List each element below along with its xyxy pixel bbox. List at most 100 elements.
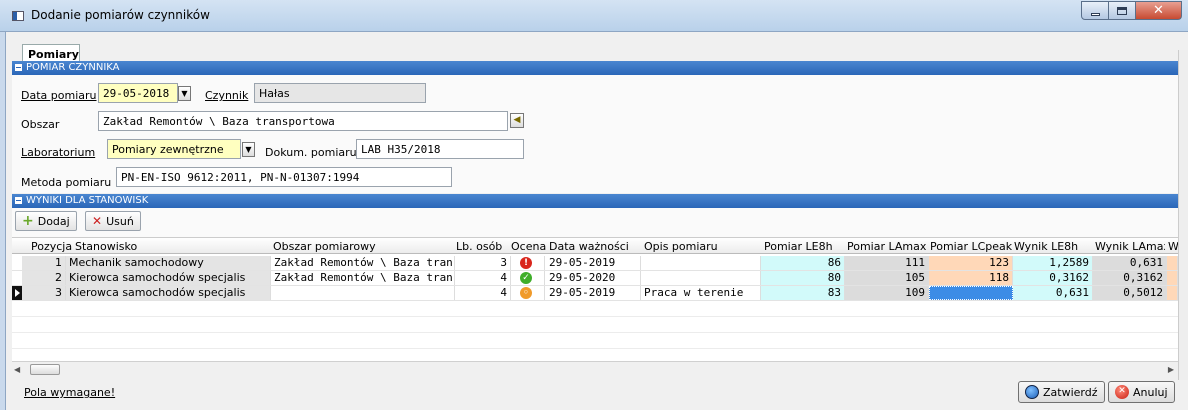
- cell-wynik-lamax[interactable]: 0,5012: [1093, 286, 1167, 300]
- col-header-obszar[interactable]: Obszar pomiarowy: [273, 240, 423, 253]
- cancel-button-label: Anuluj: [1133, 385, 1168, 399]
- col-header-lcpeak[interactable]: Pomiar LCpeak: [930, 240, 1014, 253]
- col-header-w[interactable]: W: [1168, 240, 1178, 253]
- cell-lamax[interactable]: 109: [845, 286, 929, 300]
- cell-opis[interactable]: [641, 271, 761, 285]
- cell-stanowisko[interactable]: Kierowca samochodów specjalis: [66, 271, 271, 285]
- cell-pozycja[interactable]: 3: [22, 286, 66, 300]
- cell-le8h[interactable]: 83: [761, 286, 845, 300]
- collapse-icon[interactable]: [15, 64, 22, 71]
- col-header-data[interactable]: Data ważności: [549, 240, 633, 253]
- section-header-pomiar[interactable]: POMIAR CZYNNIKA: [12, 61, 1178, 75]
- laboratorium-label[interactable]: Laboratorium: [21, 146, 95, 159]
- scroll-thumb[interactable]: [30, 364, 60, 375]
- cell-wynik-lamax[interactable]: 0,3162: [1093, 271, 1167, 285]
- obszar-select-button[interactable]: ◀: [510, 113, 524, 128]
- col-header-stanowisko[interactable]: Stanowisko: [75, 240, 255, 253]
- cell-osob[interactable]: 4: [455, 286, 511, 300]
- cell-opis[interactable]: [641, 256, 761, 270]
- col-header-opis[interactable]: Opis pomiaru: [644, 240, 754, 253]
- cell-w[interactable]: [1167, 271, 1178, 285]
- title-bar[interactable]: Dodanie pomiarów czynników ✕: [0, 0, 1188, 32]
- required-fields-link[interactable]: Pola wymagane!: [24, 386, 115, 399]
- add-button[interactable]: + Dodaj: [15, 211, 77, 231]
- col-header-wynik-lamax[interactable]: Wynik LAmax: [1095, 240, 1165, 253]
- obszar-input[interactable]: Zakład Remontów \ Baza transportowa: [98, 111, 508, 131]
- czynnik-field: Hałas: [254, 83, 426, 103]
- cell-pozycja[interactable]: 1: [22, 256, 66, 270]
- table-row[interactable]: 2 Kierowca samochodów specjalis Zakład R…: [12, 271, 1178, 285]
- cell-pozycja[interactable]: 2: [22, 271, 66, 285]
- cell-wynik-le8h[interactable]: 0,3162: [1013, 271, 1093, 285]
- delete-button[interactable]: ✕ Usuń: [85, 211, 141, 231]
- laboratorium-input[interactable]: Pomiary zewnętrzne: [107, 139, 241, 159]
- cell-ocena[interactable]: !: [511, 256, 545, 270]
- cell-ocena[interactable]: ◦: [511, 286, 545, 300]
- cell-lamax[interactable]: 105: [845, 271, 929, 285]
- check-icon: ✓: [520, 272, 532, 284]
- cell-w[interactable]: [1167, 256, 1178, 270]
- col-header-le8h[interactable]: Pomiar LE8h: [764, 240, 844, 253]
- cell-obszar[interactable]: Zakład Remontów \ Baza tran: [271, 256, 455, 270]
- window-title: Dodanie pomiarów czynników: [31, 8, 210, 22]
- maximize-icon: [1117, 6, 1127, 15]
- col-header-wynik-le8h[interactable]: Wynik LE8h: [1014, 240, 1090, 253]
- col-header-lamax[interactable]: Pomiar LAmax: [847, 240, 931, 253]
- results-grid[interactable]: Pozycja Stanowisko Obszar pomiarowy Lb. …: [12, 237, 1178, 361]
- dokum-input[interactable]: LAB H35/2018: [356, 139, 524, 159]
- scroll-right-icon[interactable]: ▶: [1168, 365, 1174, 374]
- cell-le8h[interactable]: 86: [761, 256, 845, 270]
- cancel-button[interactable]: ✕ Anuluj: [1108, 381, 1175, 403]
- vertical-scrollbar[interactable]: [1178, 50, 1188, 380]
- cell-osob[interactable]: 4: [455, 271, 511, 285]
- plus-icon: +: [22, 213, 34, 229]
- cell-lcpeak[interactable]: 118: [929, 271, 1013, 285]
- metoda-input[interactable]: PN-EN-ISO 9612:2011, PN-N-01307:1994: [116, 167, 452, 187]
- cell-opis[interactable]: Praca w terenie: [641, 286, 761, 300]
- cell-stanowisko[interactable]: Mechanik samochodowy: [66, 256, 271, 270]
- close-button[interactable]: ✕: [1136, 1, 1182, 20]
- cell-data[interactable]: 29-05-2019: [545, 286, 641, 300]
- cell-lamax[interactable]: 111: [845, 256, 929, 270]
- data-pomiaru-input[interactable]: 29-05-2018: [98, 83, 178, 103]
- cell-w[interactable]: [1167, 286, 1178, 300]
- cell-wynik-lamax[interactable]: 0,631: [1093, 256, 1167, 270]
- horizontal-scrollbar[interactable]: ◀ ▶: [12, 361, 1178, 376]
- table-row[interactable]: 1 Mechanik samochodowy Zakład Remontów \…: [12, 256, 1178, 270]
- arrow-left-icon: ◀: [513, 115, 521, 125]
- maximize-button[interactable]: [1109, 1, 1136, 20]
- cell-osob[interactable]: 3: [455, 256, 511, 270]
- col-header-osob[interactable]: Lb. osób: [456, 240, 511, 253]
- czynnik-label[interactable]: Czynnik: [205, 89, 248, 102]
- chevron-down-icon: ▼: [245, 145, 252, 154]
- cell-lcpeak[interactable]: 123: [929, 256, 1013, 270]
- confirm-button[interactable]: Zatwierdź: [1018, 381, 1105, 403]
- data-pomiaru-dropdown[interactable]: ▼: [178, 86, 191, 101]
- cell-ocena[interactable]: ✓: [511, 271, 545, 285]
- cell-lcpeak-selected[interactable]: [929, 286, 1013, 300]
- data-pomiaru-label[interactable]: Data pomiaru: [21, 89, 96, 102]
- cell-wynik-le8h[interactable]: 0,631: [1013, 286, 1093, 300]
- tab-pomiary[interactable]: Pomiary: [22, 44, 80, 62]
- cancel-icon: ✕: [1115, 385, 1129, 399]
- cell-obszar[interactable]: Zakład Remontów \ Baza tran: [271, 271, 455, 285]
- collapse-icon[interactable]: [15, 197, 22, 204]
- cell-obszar[interactable]: [271, 286, 455, 300]
- col-header-pozycja[interactable]: Pozycja: [31, 240, 77, 253]
- app-icon: [12, 11, 24, 21]
- row-divider: [12, 348, 1178, 349]
- close-icon: ✕: [1153, 3, 1164, 18]
- scroll-left-icon[interactable]: ◀: [14, 365, 20, 374]
- row-divider: [12, 332, 1178, 333]
- table-row[interactable]: 3 Kierowca samochodów specjalis 4 ◦ 29-0…: [12, 286, 1178, 300]
- cell-stanowisko[interactable]: Kierowca samochodów specjalis: [66, 286, 271, 300]
- cell-le8h[interactable]: 80: [761, 271, 845, 285]
- cell-data[interactable]: 29-05-2020: [545, 271, 641, 285]
- current-row-indicator-icon: [12, 286, 22, 300]
- col-header-ocena[interactable]: Ocena: [511, 240, 551, 253]
- cell-data[interactable]: 29-05-2019: [545, 256, 641, 270]
- laboratorium-dropdown[interactable]: ▼: [242, 142, 255, 157]
- cell-wynik-le8h[interactable]: 1,2589: [1013, 256, 1093, 270]
- section-header-wyniki[interactable]: WYNIKI DLA STANOWISK: [12, 194, 1178, 208]
- minimize-button[interactable]: [1081, 1, 1109, 20]
